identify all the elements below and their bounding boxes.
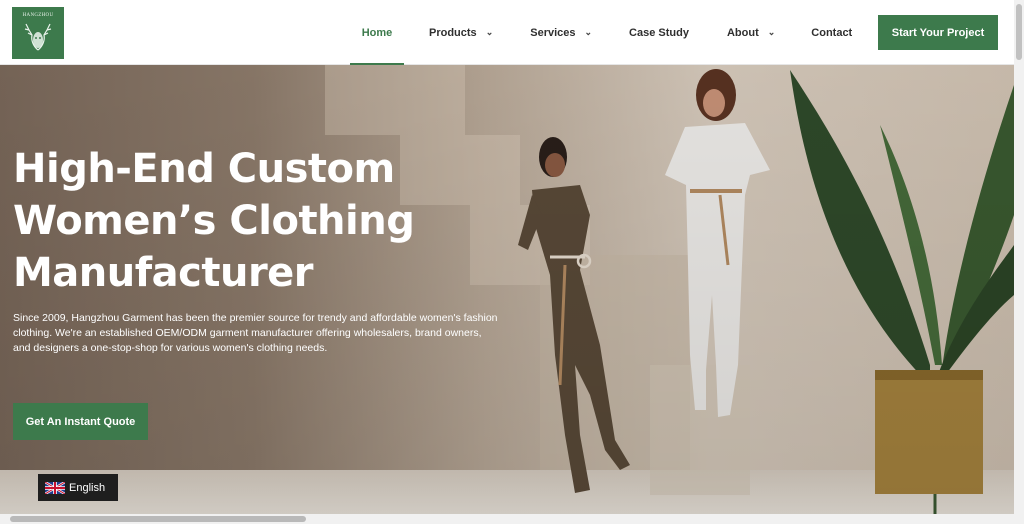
nav-services[interactable]: Services ⌄ <box>530 0 592 65</box>
language-label: English <box>69 481 106 494</box>
hero-title: High-End Custom Women’s Clothing Manufac… <box>13 143 453 299</box>
nav-home-label: Home <box>361 26 393 39</box>
hero-title-line: Women’s Clothing <box>13 198 415 244</box>
logo[interactable]: HANGZHOU <box>12 7 64 59</box>
language-switcher[interactable]: English <box>38 474 118 501</box>
chevron-down-icon: ⌄ <box>485 27 494 37</box>
hero-title-line: Manufacturer <box>13 250 314 296</box>
nav-about-label: About <box>726 26 759 39</box>
nav-services-label: Services <box>530 26 576 39</box>
hero-section: High-End Custom Women’s Clothing Manufac… <box>0 65 1014 514</box>
nav-home[interactable]: Home <box>350 0 404 65</box>
deer-emblem-icon <box>24 23 52 50</box>
scrollbar-thumb[interactable] <box>10 516 306 522</box>
nav-about[interactable]: About ⌄ <box>727 0 775 65</box>
hero-description: Since 2009, Hangzhou Garment has been th… <box>13 312 498 354</box>
uk-flag-icon <box>45 481 65 494</box>
nav-products-label: Products <box>429 26 477 39</box>
hero-title-line: High-End Custom <box>13 146 395 192</box>
logo-text: HANGZHOU <box>22 12 54 18</box>
main-nav: Home Products ⌄ Services ⌄ Case Study Ab… <box>350 0 852 65</box>
vertical-scrollbar[interactable] <box>1014 0 1024 524</box>
scrollbar-thumb[interactable] <box>1016 4 1022 60</box>
nav-case-study-label: Case Study <box>629 26 689 39</box>
site-header: HANGZHOU Home Products ⌄ Services ⌄ Case… <box>0 0 1014 65</box>
start-project-button[interactable]: Start Your Project <box>878 15 998 50</box>
page: HANGZHOU Home Products ⌄ Services ⌄ Case… <box>0 0 1024 524</box>
nav-contact[interactable]: Contact <box>811 0 852 65</box>
nav-contact-label: Contact <box>811 26 853 39</box>
chevron-down-icon: ⌄ <box>584 27 593 37</box>
nav-products[interactable]: Products ⌄ <box>429 0 493 65</box>
nav-case-study[interactable]: Case Study <box>629 0 689 65</box>
instant-quote-button[interactable]: Get An Instant Quote <box>13 403 148 440</box>
horizontal-scrollbar[interactable] <box>0 514 1014 524</box>
chevron-down-icon: ⌄ <box>767 27 776 37</box>
